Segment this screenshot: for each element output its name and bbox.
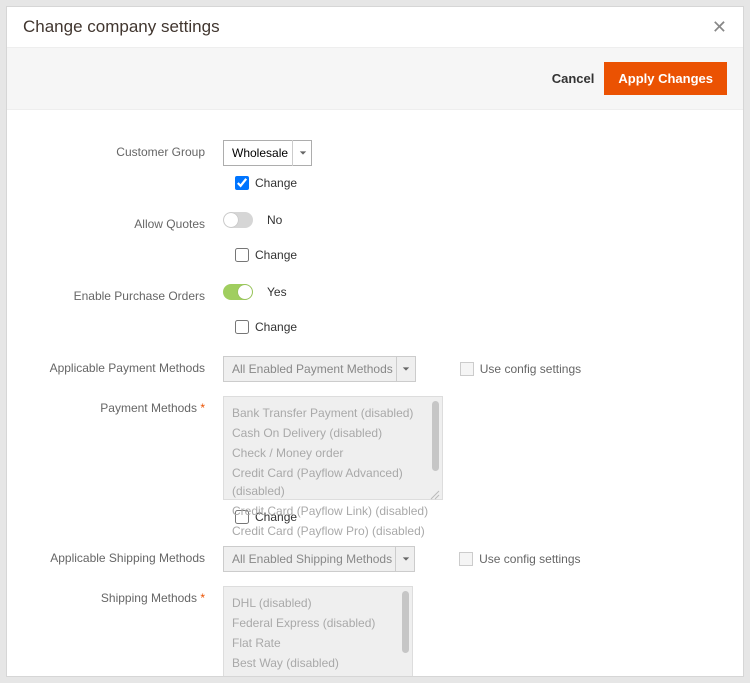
enable-po-label: Enable Purchase Orders xyxy=(37,284,223,303)
enable-po-toggle[interactable] xyxy=(223,284,253,300)
applicable-payment-select[interactable]: All Enabled Payment Methods xyxy=(223,356,416,382)
close-icon[interactable]: ✕ xyxy=(712,18,727,36)
customer-group-select[interactable]: Wholesale xyxy=(223,140,312,166)
applicable-shipping-select[interactable]: All Enabled Shipping Methods xyxy=(223,546,415,572)
shipping-use-config-checkbox[interactable]: Use config settings xyxy=(459,552,580,566)
dialog-title: Change company settings xyxy=(23,17,220,37)
list-item[interactable]: Cash On Delivery (disabled) xyxy=(232,423,434,443)
list-item[interactable]: Federal Express (disabled) xyxy=(232,613,404,633)
payment-methods-label: Payment Methods xyxy=(37,396,223,415)
payment-use-config-checkbox[interactable]: Use config settings xyxy=(460,362,581,376)
allow-quotes-toggle[interactable] xyxy=(223,212,253,228)
cancel-button[interactable]: Cancel xyxy=(552,71,595,86)
list-item[interactable]: Credit Card (Payflow Pro) (disabled) xyxy=(232,521,434,541)
allow-quotes-change-checkbox[interactable]: Change xyxy=(235,248,297,262)
action-bar: Cancel Apply Changes xyxy=(7,48,743,110)
dialog-window: Change company settings ✕ Cancel Apply C… xyxy=(6,6,744,677)
shipping-use-config-box[interactable] xyxy=(459,552,473,566)
list-item[interactable]: DHL (disabled) xyxy=(232,593,404,613)
shipping-methods-label: Shipping Methods xyxy=(37,586,223,605)
enable-po-change-box[interactable] xyxy=(235,320,249,334)
allow-quotes-value: No xyxy=(267,213,282,227)
resize-handle-icon[interactable] xyxy=(430,487,440,497)
payment-methods-listbox[interactable]: Bank Transfer Payment (disabled) Cash On… xyxy=(223,396,443,500)
payment-use-config-box[interactable] xyxy=(460,362,474,376)
list-item[interactable]: Flat Rate xyxy=(232,633,404,653)
scrollbar[interactable] xyxy=(432,401,439,471)
list-item[interactable]: Free Shipping (disabled) xyxy=(232,673,404,677)
shipping-methods-listbox[interactable]: DHL (disabled) Federal Express (disabled… xyxy=(223,586,413,677)
list-item[interactable]: Bank Transfer Payment (disabled) xyxy=(232,403,434,423)
titlebar: Change company settings ✕ xyxy=(7,7,743,48)
applicable-payment-label: Applicable Payment Methods xyxy=(37,356,223,375)
customer-group-change-box[interactable] xyxy=(235,176,249,190)
list-item[interactable]: Check / Money order xyxy=(232,443,434,463)
allow-quotes-label: Allow Quotes xyxy=(37,212,223,231)
applicable-shipping-label: Applicable Shipping Methods xyxy=(37,546,223,565)
form-content: Customer Group Wholesale Change Allow Qu… xyxy=(7,110,743,677)
allow-quotes-change-box[interactable] xyxy=(235,248,249,262)
enable-po-change-checkbox[interactable]: Change xyxy=(235,320,297,334)
scrollbar[interactable] xyxy=(402,591,409,653)
apply-changes-button[interactable]: Apply Changes xyxy=(604,62,727,95)
list-item[interactable]: Credit Card (Payflow Link) (disabled) xyxy=(232,501,434,521)
customer-group-change-checkbox[interactable]: Change xyxy=(235,176,297,190)
list-item[interactable]: Best Way (disabled) xyxy=(232,653,404,673)
enable-po-value: Yes xyxy=(267,285,287,299)
list-item[interactable]: Credit Card (Payflow Advanced) (disabled… xyxy=(232,463,434,501)
customer-group-label: Customer Group xyxy=(37,140,223,159)
